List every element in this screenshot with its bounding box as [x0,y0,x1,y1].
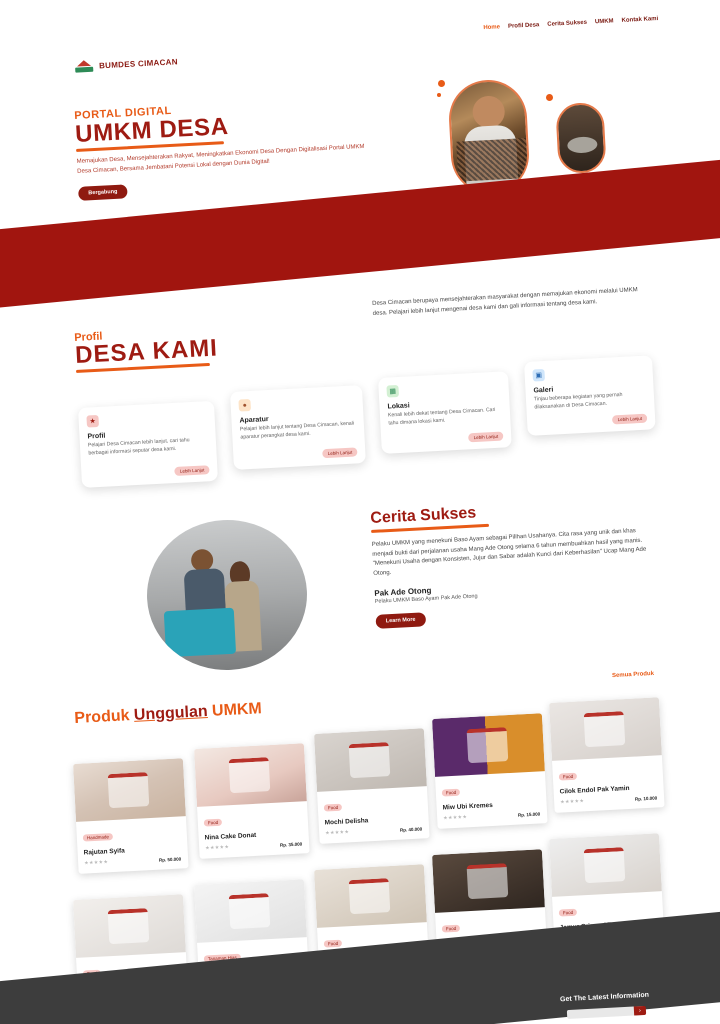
product-category-badge: Food [558,908,578,917]
product-name: Miw Ubi Kremes [442,801,494,812]
decor-dot [438,80,445,87]
star-icon: ★ [103,859,109,866]
product-category-badge: Food [441,924,461,933]
product-image [549,833,662,897]
product-card[interactable]: Food Nina Cake Donat ★★★★★ Rp. 35.000 [194,743,310,859]
product-name: Mochi Delisha [324,817,369,827]
learn-more-button[interactable]: Learn More [375,612,426,630]
star-icon: ★ [462,814,468,821]
product-rating: ★★★★★ [84,859,108,866]
product-name: Cilok Endol Pak Yamin [559,784,630,796]
card-text: Pelajari lebih lanjut tentang Desa Cimac… [239,420,355,441]
product-image [432,849,545,913]
card-text: Tinjau beberapa kegiatan yang pernah dil… [533,391,623,411]
product-price: Rp. 35.000 [279,841,303,848]
product-rating: ★★★★★ [205,844,229,851]
product-card[interactable]: Food Mochi Delisha ★★★★★ Rp. 40.000 [314,728,430,844]
top-nav: Home Profil Desa Cerita Sukses UMKM Kont… [483,16,658,31]
story-description: Pelaku UMKM yang menekuni Baso Ayam seba… [371,528,647,577]
decor-dot [437,93,441,97]
hero-photo-cooking [555,101,607,175]
product-category-badge: Food [323,803,343,812]
profil-card[interactable]: ★ Profil Pelajari Desa Cimacan lebih lan… [78,400,219,488]
nav-kontak-kami[interactable]: Kontak Kami [621,16,658,24]
see-all-products-link[interactable]: Semua Produk [612,671,654,679]
nav-profil-desa[interactable]: Profil Desa [508,22,540,30]
more-button[interactable]: Lebih Lanjut [322,447,358,459]
product-image [194,879,307,943]
product-name: Nina Cake Donat [204,831,257,842]
product-rating: ★★★★★ [560,798,584,805]
brand[interactable]: BUMDES CIMACAN [74,55,179,73]
product-card[interactable]: Handmade Rajutan Syifa ★★★★★ Rp. 50.000 [73,758,189,874]
brand-name: BUMDES CIMACAN [98,56,179,70]
product-price: Rp. 50.000 [158,856,182,863]
galeri-card[interactable]: ▣ Galeri Tinjau beberapa kegiatan yang p… [524,355,656,436]
star-icon: ★ [86,414,100,428]
product-info: Food Mochi Delisha ★★★★★ Rp. 40.000 [317,786,430,844]
product-category-badge: Food [203,818,223,827]
product-image [549,697,662,761]
product-category-badge: Food [558,772,578,781]
more-button[interactable]: Lebih Lanjut [612,413,648,425]
product-rating: ★★★★★ [443,814,467,821]
product-category-badge: Food [323,939,343,948]
nav-umkm[interactable]: UMKM [595,18,614,25]
products-title-b: Unggulan [133,703,209,724]
profil-heading: Profil DESA KAMI [74,325,219,373]
product-name: Rajutan Syifa [83,847,125,857]
product-image [432,713,545,777]
product-price: Rp. 10.000 [634,795,658,802]
product-price: Rp. 40.000 [399,826,423,833]
star-icon: ★ [579,798,585,805]
image-icon: ▣ [532,368,546,382]
product-info: Food Cilok Endol Pak Yamin ★★★★★ Rp. 10.000 [552,755,665,813]
product-price: Rp. 15.000 [517,811,541,818]
more-button[interactable]: Lebih Lanjut [468,431,504,443]
aparatur-card[interactable]: ● Aparatur Pelajari lebih lanjut tentang… [230,385,366,470]
product-info: Food Nina Cake Donat ★★★★★ Rp. 35.000 [197,801,310,859]
hero: PORTAL DIGITAL UMKM DESA Memajukan Desa,… [74,93,398,202]
product-image [314,864,427,928]
products-title-a: Produk [74,707,130,727]
story-section: Cerita Sukses Pelaku UMKM yang menekuni … [370,495,656,630]
nav-cerita-sukses[interactable]: Cerita Sukses [547,20,587,28]
product-card[interactable]: Food Miw Ubi Kremes ★★★★★ Rp. 15.000 [432,713,548,829]
card-text: Kenali lebih dekat tentang Desa Cimacan.… [387,406,496,427]
product-image [73,758,186,822]
story-photo [143,515,311,675]
product-image [73,894,186,958]
product-info: Food Miw Ubi Kremes ★★★★★ Rp. 15.000 [435,771,548,829]
map-icon: ▦ [386,384,400,398]
product-category-badge: Food [441,788,461,797]
village-logo-icon [74,59,95,73]
star-icon: ★ [344,829,350,836]
story-title: Cerita Sukses [370,504,477,527]
product-rating: ★★★★★ [325,829,349,836]
product-image [194,743,307,807]
product-info: Handmade Rajutan Syifa ★★★★★ Rp. 50.000 [76,816,189,874]
products-title-c: UMKM [211,700,263,720]
lokasi-card[interactable]: ▦ Lokasi Kenali lebih dekat tentang Desa… [378,371,512,454]
page: Home Profil Desa Cerita Sukses UMKM Kont… [0,0,720,1024]
products-heading: Produk Unggulan UMKM [74,700,262,728]
product-card[interactable]: Food Cilok Endol Pak Yamin ★★★★★ Rp. 10.000 [549,697,665,813]
more-button[interactable]: Lebih Lanjut [174,465,210,477]
person-icon: ● [238,398,252,412]
arrow-right-icon[interactable]: › [633,1005,647,1016]
nav-home[interactable]: Home [483,24,500,31]
decor-dot [546,94,553,101]
join-button[interactable]: Bergabung [78,184,128,202]
profil-description: Desa Cimacan berupaya mensejahterakan ma… [372,287,638,317]
star-icon: ★ [224,844,230,851]
product-image [314,728,427,792]
product-category-badge: Handmade [82,833,114,842]
